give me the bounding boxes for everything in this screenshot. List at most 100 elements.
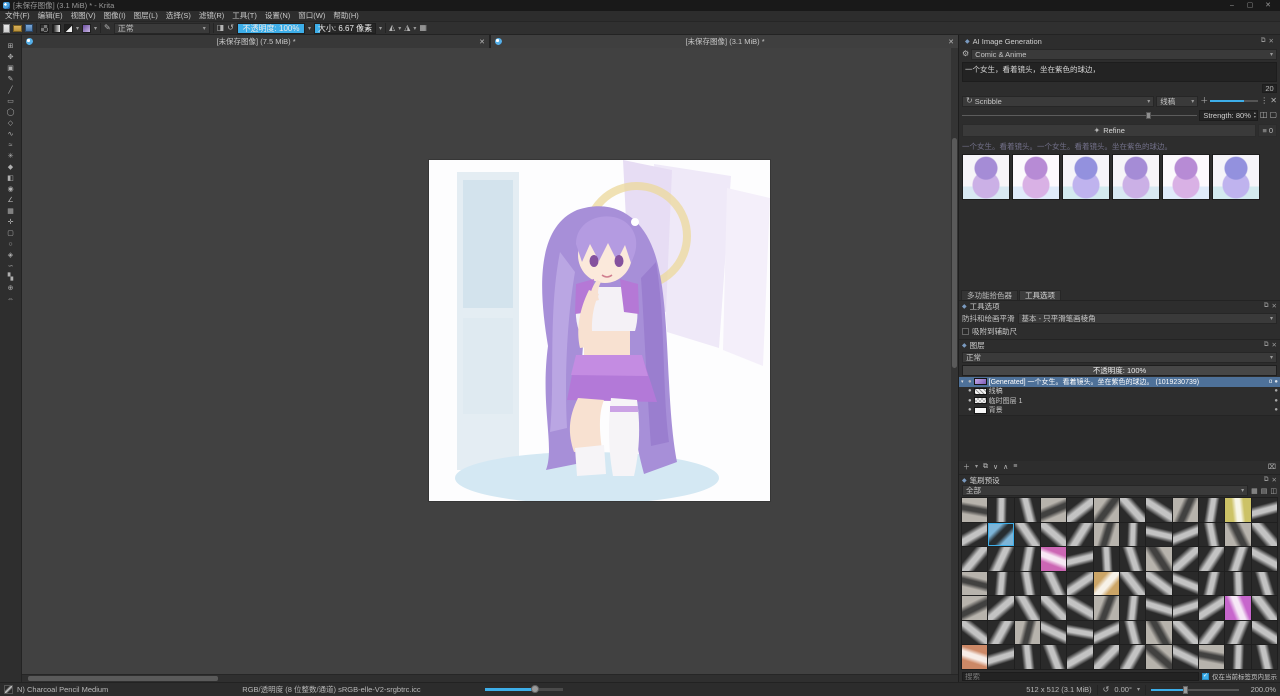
layer-lock-icon[interactable]: ● [1274,398,1278,404]
brush-preset[interactable] [1173,547,1198,571]
brush-search-input[interactable]: 搜索 [962,672,1199,681]
menu-edit[interactable]: 编辑(E) [34,11,67,21]
mirror-vertical-icon[interactable]: ◮ [404,22,410,34]
brush-preset[interactable] [1094,498,1119,522]
dynamic-brush-tool-icon[interactable]: ≈ [4,141,18,150]
close-button-icon[interactable]: ✕ [1259,0,1277,11]
layer-visibility-icon[interactable]: ● [968,379,972,385]
generated-image-thumbnail[interactable] [1062,154,1110,200]
brush-preset[interactable] [1067,498,1092,522]
brush-preset-chip[interactable] [82,24,91,33]
brush-preset[interactable] [962,645,987,669]
step-down-icon[interactable]: ▾ [1254,115,1256,119]
brush-preset[interactable] [1067,645,1092,669]
brush-preset[interactable] [988,498,1013,522]
brush-preset[interactable] [962,596,987,620]
chevron-down-icon[interactable]: ▾ [308,25,311,32]
maximize-button-icon[interactable]: ▢ [1241,0,1259,11]
brush-preset[interactable] [1146,547,1171,571]
prompt-input[interactable]: 一个女生，看着镜头，坐在紫色的球边， [962,62,1277,82]
freehand-brush-tool-icon[interactable]: ✎ [4,75,18,84]
blend-mode-dropdown[interactable]: 正常 ▾ [114,23,210,34]
brush-preset[interactable] [1225,572,1250,596]
close-docker-icon[interactable]: ✕ [1272,302,1277,310]
control-strength-slider[interactable] [1210,100,1258,102]
reload-preset-icon[interactable]: ↺ [227,22,234,34]
generated-image-thumbnail[interactable] [1112,154,1160,200]
brush-preset[interactable] [1146,621,1171,645]
brush-preset[interactable] [1015,596,1040,620]
add-layer-button[interactable]: ＋ [963,462,970,472]
vertical-scrollbar[interactable] [951,48,958,674]
brush-preset[interactable] [988,645,1013,669]
brush-preset[interactable] [988,621,1013,645]
tab-tool-options[interactable]: 工具选项 [1019,290,1061,300]
brush-preset[interactable] [1252,596,1277,620]
line-tool-icon[interactable]: ╱ [4,86,18,95]
freehand-select-tool-icon[interactable]: ∽ [4,262,18,271]
brush-preset[interactable] [1067,547,1092,571]
menu-layer[interactable]: 图层(L) [130,11,162,21]
contiguous-select-tool-icon[interactable]: ▚ [4,273,18,282]
polygonal-select-tool-icon[interactable]: ◈ [4,251,18,260]
brush-preset[interactable] [1252,547,1277,571]
document-tab-2[interactable]: [未保存图像] (3.1 MiB) * ✕ [491,35,958,48]
current-tag-only-checkbox[interactable] [1202,673,1209,680]
current-brush-icon[interactable] [4,685,13,694]
control-mode-dropdown[interactable]: ↻ Scribble ▾ [962,96,1154,107]
brush-preset[interactable] [1252,645,1277,669]
brush-preset[interactable] [1094,621,1119,645]
reference-images-tool-icon[interactable]: ▦ [4,207,18,216]
brush-preset[interactable] [1041,621,1066,645]
move-tool-icon[interactable]: ✥ [4,53,18,62]
new-document-icon[interactable] [3,24,10,33]
crop-tool-icon[interactable]: ▣ [4,64,18,73]
layer-visibility-icon[interactable]: ● [968,398,972,404]
float-docker-icon[interactable]: ⧉ [1264,341,1269,349]
brush-preset[interactable] [1225,645,1250,669]
brush-preset[interactable] [1173,621,1198,645]
brush-preset[interactable] [1067,572,1092,596]
ellipse-tool-icon[interactable]: ◯ [4,108,18,117]
alpha-inherit-icon[interactable]: α [1269,379,1272,385]
chevron-down-icon[interactable]: ▾ [975,463,978,470]
strength-spinbox[interactable]: Strength: 80% ▴ ▾ [1199,110,1258,121]
zoom-slider[interactable] [1151,689,1239,691]
layer-blend-mode-dropdown[interactable]: 正常 ▾ [962,352,1277,363]
list-view-icon[interactable]: ▤ [1261,487,1268,495]
brush-preset[interactable] [1252,621,1277,645]
brush-preset[interactable] [962,572,987,596]
brush-tag-filter-dropdown[interactable]: 全部 ▾ [962,485,1248,496]
chevron-down-icon[interactable]: ▾ [94,25,97,32]
brush-preset[interactable] [1199,645,1224,669]
brush-preset[interactable] [1120,523,1145,547]
region-icon[interactable]: ▢ [1269,109,1277,121]
minimize-button-icon[interactable]: – [1223,0,1241,11]
brush-preset[interactable] [1015,498,1040,522]
color-sampler-tool-icon[interactable]: ◉ [4,185,18,194]
brush-preset[interactable] [1120,645,1145,669]
generated-image-thumbnail[interactable] [1162,154,1210,200]
strength-slider[interactable] [962,115,1197,116]
brush-preset[interactable] [1120,596,1145,620]
snap-to-assistants-checkbox[interactable] [962,328,969,335]
rectangular-select-tool-icon[interactable]: ▢ [4,229,18,238]
menu-help[interactable]: 帮助(H) [329,11,362,21]
duplicate-layer-button[interactable]: ⧉ [983,463,988,471]
brush-preset[interactable] [1094,572,1119,596]
brush-preset[interactable] [962,547,987,571]
eraser-mode-icon[interactable]: ◨ [217,22,225,34]
chevron-down-icon[interactable]: ▾ [76,25,79,32]
pattern-swatch[interactable] [40,24,49,33]
document-tab-1[interactable]: [未保存图像] (7.5 MiB) * ✕ [22,35,489,48]
ai-settings-gear-icon[interactable]: ⚙ [962,48,969,60]
tab-advanced-color-selector[interactable]: 多功能拾色器 [961,290,1018,300]
gradient-swatch[interactable] [52,24,61,33]
refine-button[interactable]: ✦ Refine [962,124,1256,137]
layer-row-background[interactable]: ● 背景 ● [959,406,1280,416]
brush-preset[interactable] [1173,645,1198,669]
menu-image[interactable]: 图像(I) [100,11,130,21]
fill-tool-icon[interactable]: ◆ [4,163,18,172]
measure-tool-icon[interactable]: ∠ [4,196,18,205]
close-docker-icon[interactable]: ✕ [1272,476,1277,484]
